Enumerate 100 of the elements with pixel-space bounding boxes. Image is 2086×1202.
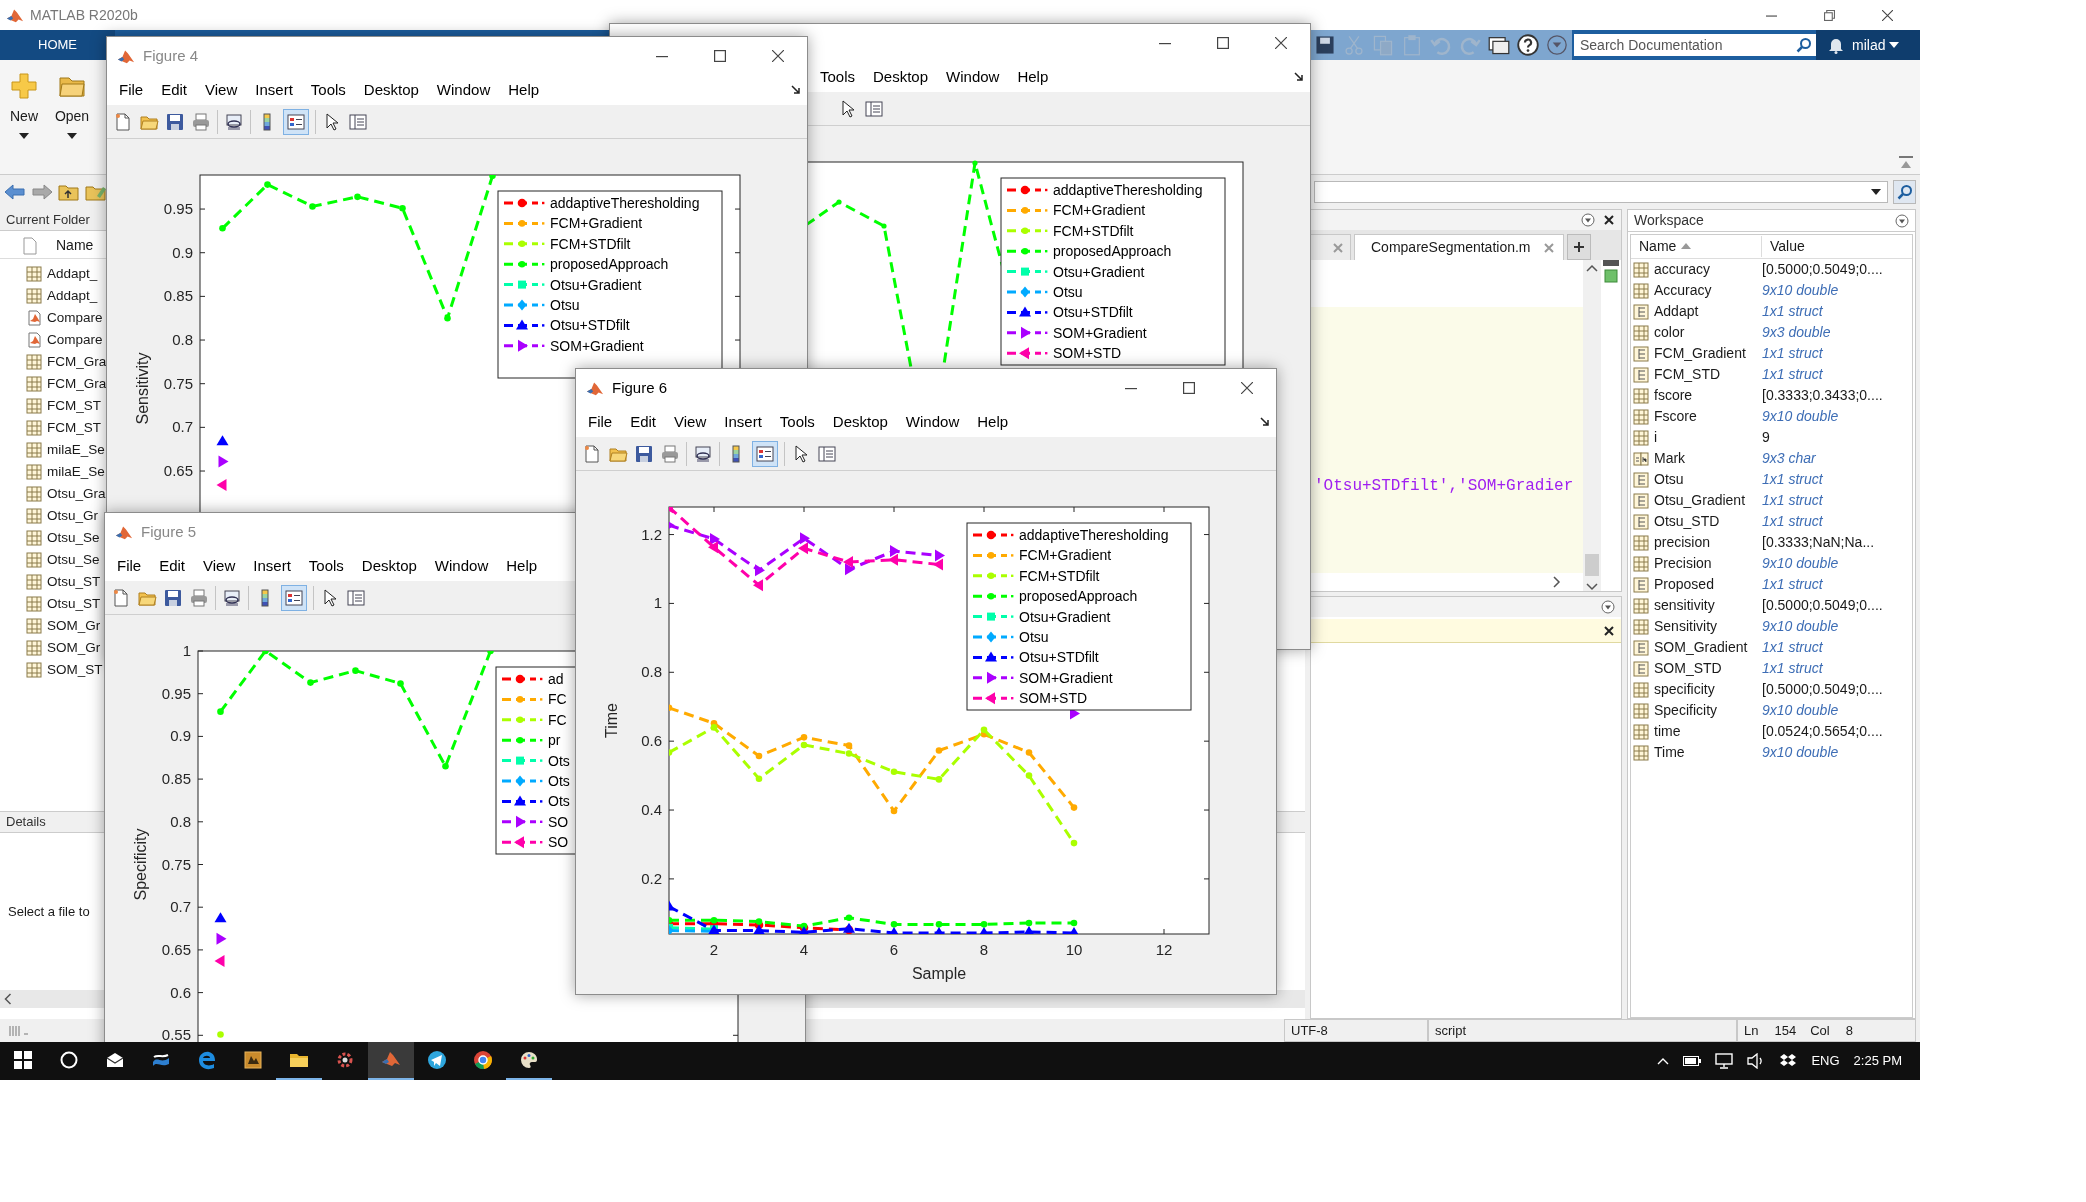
menu-item[interactable]: Tools bbox=[812, 65, 864, 89]
variable-name[interactable]: sensitivity bbox=[1654, 595, 1715, 616]
code-area[interactable]: 'Otsu+STDfilt','SOM+Gradier bbox=[1311, 307, 1583, 573]
file-name[interactable]: Addapt_ bbox=[47, 285, 98, 307]
variable-name[interactable]: specificity bbox=[1654, 679, 1715, 700]
variable-name[interactable]: Otsu_Gradient bbox=[1654, 490, 1746, 511]
file-name[interactable]: Addapt_ bbox=[47, 263, 98, 285]
menu-item[interactable]: Window bbox=[938, 65, 1008, 89]
legend-label: SOM+Gradient bbox=[1019, 669, 1113, 686]
variable-name[interactable]: FCM_STD bbox=[1654, 364, 1721, 385]
variable-value: [0.0524;0.5654;0.... bbox=[1762, 722, 1883, 741]
menu-item[interactable]: View bbox=[666, 410, 715, 434]
menu-item[interactable]: Help bbox=[500, 78, 548, 102]
status-label: Col bbox=[1810, 1021, 1830, 1040]
tick-label: 0.75 bbox=[161, 855, 191, 873]
tick-label: 8 bbox=[979, 941, 989, 958]
variable-name[interactable]: precision bbox=[1654, 532, 1711, 553]
file-name[interactable]: FCM_Gra bbox=[47, 351, 107, 373]
editor-tab[interactable]: CompareSegmentation.m bbox=[1354, 234, 1564, 260]
language-indicator[interactable]: ENG bbox=[1811, 1051, 1840, 1071]
variable-name[interactable]: FCM_Gradient bbox=[1654, 343, 1746, 364]
file-name[interactable]: Otsu_ST bbox=[47, 571, 101, 593]
file-name[interactable]: Otsu_Se bbox=[47, 527, 100, 549]
variable-value: 1x1 struct bbox=[1762, 302, 1823, 321]
file-name[interactable]: FCM_ST bbox=[47, 417, 101, 439]
menu-item[interactable]: Desktop bbox=[824, 410, 896, 434]
menu-item[interactable]: Tools bbox=[302, 78, 354, 102]
variable-name[interactable]: accuracy bbox=[1654, 259, 1711, 280]
variable-name[interactable]: Fscore bbox=[1654, 406, 1697, 427]
variable-name[interactable]: Addapt bbox=[1654, 301, 1699, 322]
variable-name[interactable]: Specificity bbox=[1654, 700, 1718, 721]
menu-item[interactable]: Desktop bbox=[353, 554, 425, 578]
variable-name[interactable]: Sensitivity bbox=[1654, 616, 1718, 637]
file-name[interactable]: Compare bbox=[47, 329, 103, 351]
menu-item[interactable]: Window bbox=[428, 78, 499, 102]
file-name[interactable]: SOM_ST bbox=[47, 659, 103, 681]
ribbon-tab[interactable]: HOME bbox=[0, 30, 115, 60]
menu-item[interactable]: Window bbox=[897, 410, 968, 434]
status-label: Ln bbox=[1744, 1021, 1759, 1040]
variable-name[interactable]: fscore bbox=[1654, 385, 1693, 406]
file-name[interactable]: milaE_Se bbox=[47, 439, 105, 461]
column-header[interactable]: Value bbox=[1770, 236, 1805, 257]
menu-item[interactable]: Tools bbox=[300, 554, 352, 578]
column-header[interactable]: Name bbox=[1639, 236, 1677, 257]
tick-label: 0.95 bbox=[161, 684, 191, 702]
file-name[interactable]: Compare bbox=[47, 307, 103, 329]
file-name[interactable]: Otsu_Gra bbox=[47, 483, 106, 505]
menu-item[interactable]: Edit bbox=[151, 554, 194, 578]
variable-value: 9x10 double bbox=[1762, 743, 1839, 762]
variable-name[interactable]: time bbox=[1654, 721, 1681, 742]
menu-item[interactable]: Edit bbox=[153, 78, 196, 102]
file-name[interactable]: milaE_Se bbox=[47, 461, 105, 483]
variable-name[interactable]: SOM_Gradient bbox=[1654, 637, 1748, 658]
file-name[interactable]: Otsu_Gr bbox=[47, 505, 98, 527]
variable-name[interactable]: SOM_STD bbox=[1654, 658, 1722, 679]
variable-value: 1x1 struct bbox=[1762, 659, 1823, 678]
menu-item[interactable]: Tools bbox=[771, 410, 823, 434]
menu-item[interactable]: Help bbox=[1009, 65, 1057, 89]
file-name[interactable]: SOM_Gr bbox=[47, 615, 101, 637]
menu-item[interactable]: Help bbox=[498, 554, 546, 578]
menu-item[interactable]: View bbox=[195, 554, 244, 578]
tick-label: 0.85 bbox=[163, 287, 193, 305]
tick-label: 1.2 bbox=[641, 525, 662, 543]
variable-value: 9x10 double bbox=[1762, 701, 1839, 720]
ribbon-button[interactable]: Open bbox=[48, 60, 96, 174]
menu-item[interactable]: File bbox=[580, 410, 621, 434]
variable-name[interactable]: Precision bbox=[1654, 553, 1712, 574]
variable-name[interactable]: color bbox=[1654, 322, 1685, 343]
hint-text: Select a file to bbox=[8, 902, 90, 921]
menu-item[interactable]: Insert bbox=[247, 78, 301, 102]
file-name[interactable]: FCM_ST bbox=[47, 395, 101, 417]
file-name[interactable]: Otsu_Se bbox=[47, 549, 100, 571]
menu-item[interactable]: Edit bbox=[622, 410, 665, 434]
menu-item[interactable]: Help bbox=[969, 410, 1017, 434]
menu-item[interactable]: File bbox=[111, 78, 152, 102]
legend-label: Ots bbox=[548, 752, 570, 769]
variable-name[interactable]: Time bbox=[1654, 742, 1685, 763]
variable-name[interactable]: Mark bbox=[1654, 448, 1686, 469]
column-header[interactable]: Name bbox=[56, 235, 94, 256]
file-name[interactable]: FCM_Gra bbox=[47, 373, 107, 395]
window-title: Figure 6 bbox=[612, 377, 668, 398]
clock[interactable]: 2:25 PM bbox=[1853, 1051, 1902, 1071]
legend-label: Otsu+STDfilt bbox=[550, 317, 630, 334]
menu-item[interactable]: Insert bbox=[716, 410, 770, 434]
menu-item[interactable]: Desktop bbox=[355, 78, 427, 102]
variable-name[interactable]: Otsu_STD bbox=[1654, 511, 1720, 532]
menu-item[interactable]: File bbox=[109, 554, 150, 578]
file-name[interactable]: SOM_Gr bbox=[47, 637, 101, 659]
ribbon-button[interactable]: New bbox=[0, 60, 48, 174]
variable-name[interactable]: Proposed bbox=[1654, 574, 1714, 595]
menu-item[interactable]: Window bbox=[426, 554, 497, 578]
tick-label: 0.75 bbox=[163, 374, 193, 392]
variable-name[interactable]: Otsu bbox=[1654, 469, 1684, 490]
variable-name[interactable]: i bbox=[1654, 427, 1658, 448]
menu-item[interactable]: Insert bbox=[245, 554, 299, 578]
variable-name[interactable]: Accuracy bbox=[1654, 280, 1712, 301]
menu-item[interactable]: Desktop bbox=[865, 65, 937, 89]
legend-label: pr bbox=[548, 732, 561, 749]
menu-item[interactable]: View bbox=[197, 78, 246, 102]
file-name[interactable]: Otsu_ST bbox=[47, 593, 101, 615]
